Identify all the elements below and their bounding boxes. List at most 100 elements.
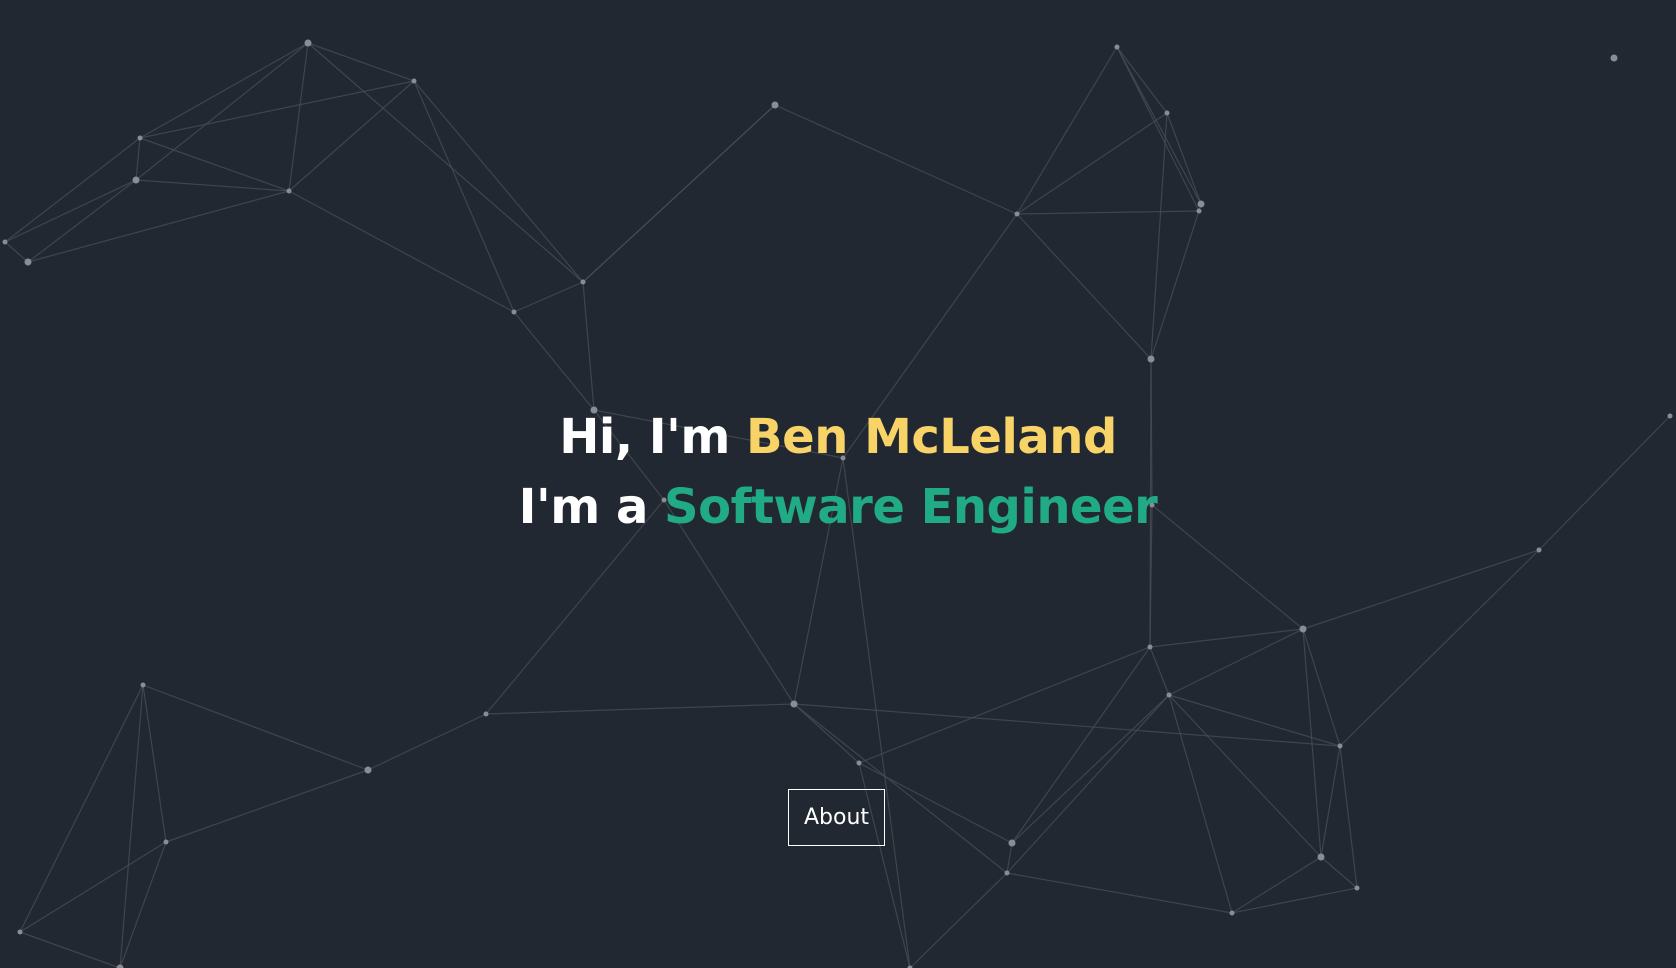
network-link (4, 179, 137, 243)
network-link (582, 104, 776, 283)
network-link (1016, 213, 1152, 360)
network-link (1116, 46, 1200, 212)
network-node (411, 78, 417, 84)
network-node (163, 839, 169, 845)
network-link (1339, 549, 1540, 747)
network-link (165, 769, 369, 843)
greeting-line: Hi, I'm Ben McLeland (0, 402, 1676, 472)
network-node (364, 766, 372, 774)
network-link (1149, 646, 1170, 696)
network-link (1116, 46, 1168, 114)
network-link (119, 684, 144, 968)
network-link (793, 703, 860, 764)
network-node (580, 279, 586, 285)
network-node (790, 700, 798, 708)
network-link (139, 42, 309, 139)
network-link (135, 179, 290, 192)
network-link (119, 841, 167, 968)
network-link (582, 281, 595, 411)
network-link (367, 713, 487, 771)
network-node (137, 135, 143, 141)
network-node (132, 176, 140, 184)
network-link (1016, 112, 1168, 215)
network-link (774, 104, 1018, 215)
network-link (1168, 694, 1341, 747)
network-node (1164, 110, 1170, 116)
network-node (856, 760, 862, 766)
network-node (771, 101, 779, 109)
network-link (27, 190, 290, 263)
network-link (858, 646, 1151, 764)
network-link (485, 703, 795, 715)
network-node (1014, 211, 1020, 217)
hero-section: Hi, I'm Ben McLeland I'm a Software Engi… (0, 402, 1676, 542)
network-link (1168, 628, 1304, 696)
role-line: I'm a Software Engineer (0, 472, 1676, 542)
network-link (1302, 628, 1341, 747)
network-link (4, 137, 141, 243)
network-link (413, 80, 515, 313)
network-node (483, 711, 489, 717)
network-link (1011, 646, 1151, 844)
network-node (1299, 625, 1307, 633)
network-node (511, 309, 517, 315)
network-link (27, 179, 137, 263)
network-link (142, 684, 369, 771)
network-node (1166, 692, 1172, 698)
network-link (288, 42, 309, 192)
network-link (288, 80, 415, 192)
network-link (19, 684, 144, 933)
network-link (1011, 694, 1170, 844)
network-link (513, 281, 584, 313)
network-link (307, 42, 415, 82)
network-link (139, 80, 415, 139)
network-node (116, 964, 124, 968)
network-node (24, 258, 32, 266)
network-link (1150, 112, 1168, 360)
network-link (135, 137, 141, 181)
network-link (1016, 46, 1118, 215)
network-link (909, 872, 1008, 968)
network-link (139, 137, 290, 192)
network-link (793, 703, 1341, 747)
network-node (1337, 743, 1343, 749)
network-node (1147, 355, 1155, 363)
network-node (1008, 839, 1016, 847)
network-node (1317, 853, 1325, 861)
network-node (140, 682, 146, 688)
network-link (513, 311, 595, 411)
name-highlight: Ben McLeland (746, 409, 1117, 465)
network-link (307, 42, 584, 283)
network-link (1149, 628, 1304, 648)
network-link (413, 80, 584, 283)
network-link (288, 190, 515, 313)
network-link (1016, 210, 1200, 215)
greeting-prefix: Hi, I'm (559, 409, 747, 465)
network-node (1114, 44, 1120, 50)
network-node (304, 39, 312, 47)
network-node (1354, 885, 1360, 891)
network-link (1150, 210, 1200, 360)
network-node (1197, 200, 1205, 208)
network-node (1196, 208, 1202, 214)
network-node (2, 239, 8, 245)
network-node (17, 929, 23, 935)
about-button[interactable]: About (788, 789, 885, 846)
network-link (1302, 549, 1540, 630)
network-link (1116, 46, 1202, 205)
network-link (142, 684, 167, 843)
network-link (135, 42, 309, 181)
role-highlight: Software Engineer (664, 479, 1158, 535)
network-node (286, 188, 292, 194)
role-prefix: I'm a (518, 479, 665, 535)
network-link (19, 931, 121, 968)
network-node (1536, 547, 1542, 553)
network-link (1339, 745, 1358, 889)
network-node (1229, 910, 1235, 916)
network-link (1006, 872, 1233, 914)
network-node (1147, 644, 1153, 650)
network-link (1320, 856, 1358, 889)
network-node (1610, 54, 1618, 62)
network-link (4, 241, 29, 263)
network-link (1320, 745, 1341, 858)
